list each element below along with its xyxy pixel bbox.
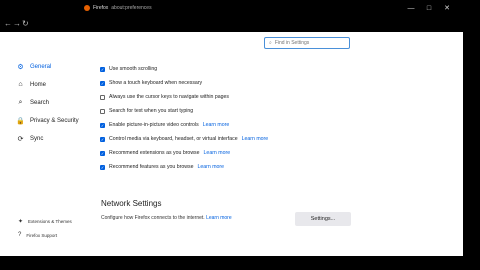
search-icon: ⌕	[269, 40, 272, 46]
nav-toolbar: ← → ↻	[0, 16, 480, 32]
option-label: Use smooth scrolling	[109, 66, 158, 72]
option-media-control[interactable]: ✓ Control media via keyboard, headset, o…	[100, 136, 268, 142]
checkbox[interactable]: ✓	[100, 150, 105, 156]
option-touch-keyboard[interactable]: ✓ Show a touch keyboard when necessary	[100, 80, 202, 86]
option-search-typing[interactable]: Search for text when you start typing	[100, 108, 193, 114]
checkbox[interactable]: ✓	[100, 122, 105, 128]
option-label: Control media via keyboard, headset, or …	[109, 136, 238, 142]
forward-icon[interactable]: →	[13, 19, 21, 28]
learn-more-link[interactable]: Learn more	[203, 122, 230, 128]
option-cursor-keys[interactable]: Always use the cursor keys to navigate w…	[100, 94, 229, 100]
puzzle-icon: ✦	[18, 219, 24, 225]
network-settings-description: Configure how Firefox connects to the in…	[101, 215, 232, 221]
checkbox[interactable]: ✓	[100, 80, 105, 86]
sidebar-item-label: Search	[30, 99, 50, 106]
search-icon: ⌕	[18, 98, 23, 106]
option-recommend-extensions[interactable]: ✓ Recommend extensions as you browse Lea…	[100, 150, 230, 156]
checkbox[interactable]: ✓	[100, 136, 105, 142]
settings-page	[0, 32, 480, 256]
checkbox[interactable]	[100, 94, 105, 100]
sidebar-item-label: Home	[30, 81, 47, 88]
right-frame	[463, 32, 480, 256]
tab-url: about:preferences	[111, 5, 152, 11]
option-label: Always use the cursor keys to navigate w…	[109, 94, 229, 100]
checkbox[interactable]: ✓	[100, 66, 105, 72]
option-label: Enable picture-in-picture video controls	[109, 122, 199, 128]
checkbox[interactable]	[100, 108, 105, 114]
option-label: Recommend extensions as you browse	[109, 150, 200, 156]
sync-icon: ⟳	[17, 135, 24, 143]
learn-more-link[interactable]: Learn more	[204, 150, 231, 156]
lock-icon: 🔒	[16, 117, 25, 125]
sidebar-item-label: Firefox Support	[26, 232, 58, 238]
browser-tab[interactable]: Firefox about:preferences	[84, 1, 184, 15]
help-icon: ?	[18, 232, 22, 238]
option-smooth-scrolling[interactable]: ✓ Use smooth scrolling	[100, 66, 157, 72]
option-pip[interactable]: ✓ Enable picture-in-picture video contro…	[100, 122, 229, 128]
sidebar-item-label: Sync	[30, 135, 44, 142]
network-settings-button[interactable]: Settings...	[295, 212, 351, 226]
learn-more-link[interactable]: Learn more	[197, 164, 224, 170]
minimize-button[interactable]: —	[406, 3, 416, 13]
option-label: Search for text when you start typing	[109, 108, 194, 114]
network-desc-text: Configure how Firefox connects to the in…	[101, 215, 205, 221]
sidebar-item-label: Privacy & Security	[30, 117, 79, 124]
home-icon: ⌂	[18, 81, 23, 88]
option-recommend-features[interactable]: ✓ Recommend features as you browse Learn…	[100, 164, 224, 170]
bottom-frame	[0, 256, 480, 270]
reload-icon[interactable]: ↻	[22, 19, 29, 28]
sidebar-item-label: General	[30, 63, 52, 70]
sidebar-item-support[interactable]: ? Firefox Support	[18, 232, 57, 238]
settings-search[interactable]: ⌕	[264, 37, 350, 49]
sidebar-item-label: Extensions & Themes	[28, 219, 72, 224]
sidebar-item-privacy[interactable]: 🔒 Privacy & Security	[16, 116, 79, 125]
search-input[interactable]	[274, 40, 335, 46]
sidebar-item-extensions[interactable]: ✦ Extensions & Themes	[18, 218, 72, 225]
close-button[interactable]: ✕	[442, 3, 452, 13]
learn-more-link[interactable]: Learn more	[206, 215, 232, 221]
sidebar-item-search[interactable]: ⌕ Search	[16, 98, 49, 107]
gear-icon: ⚙	[17, 63, 24, 71]
tab-bar: Firefox about:preferences — □ ✕	[0, 0, 480, 16]
option-label: Recommend features as you browse	[109, 164, 194, 170]
learn-more-link[interactable]: Learn more	[242, 136, 269, 142]
checkbox[interactable]: ✓	[100, 164, 105, 170]
option-label: Show a touch keyboard when necessary	[109, 80, 203, 86]
network-settings-heading: Network Settings	[101, 199, 162, 208]
sidebar-item-sync[interactable]: ⟳ Sync	[16, 134, 44, 143]
tab-title: Firefox	[93, 5, 109, 11]
sidebar-item-home[interactable]: ⌂ Home	[16, 80, 46, 89]
sidebar-item-general[interactable]: ⚙ General	[16, 62, 51, 71]
back-icon[interactable]: ←	[4, 19, 12, 28]
firefox-icon	[84, 5, 90, 11]
maximize-button[interactable]: □	[424, 3, 434, 13]
